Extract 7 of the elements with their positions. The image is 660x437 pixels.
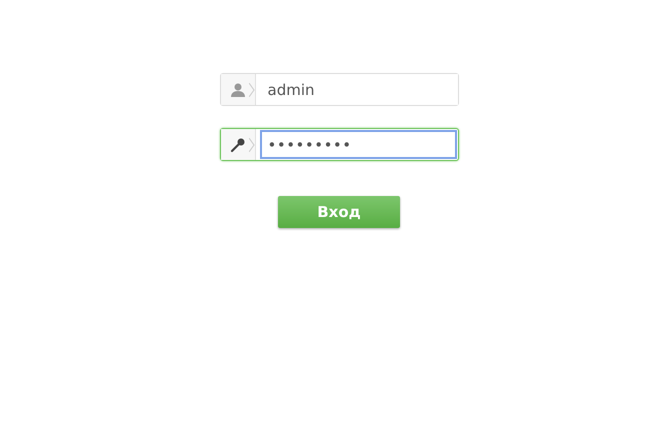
key-icon — [230, 136, 246, 152]
password-field[interactable]: ••••••••• — [220, 128, 458, 161]
username-field[interactable]: admin — [220, 73, 458, 106]
chevron-icon — [248, 83, 254, 97]
user-icon — [230, 82, 246, 98]
chevron-icon — [248, 138, 254, 152]
password-input[interactable]: ••••••••• — [260, 130, 456, 159]
